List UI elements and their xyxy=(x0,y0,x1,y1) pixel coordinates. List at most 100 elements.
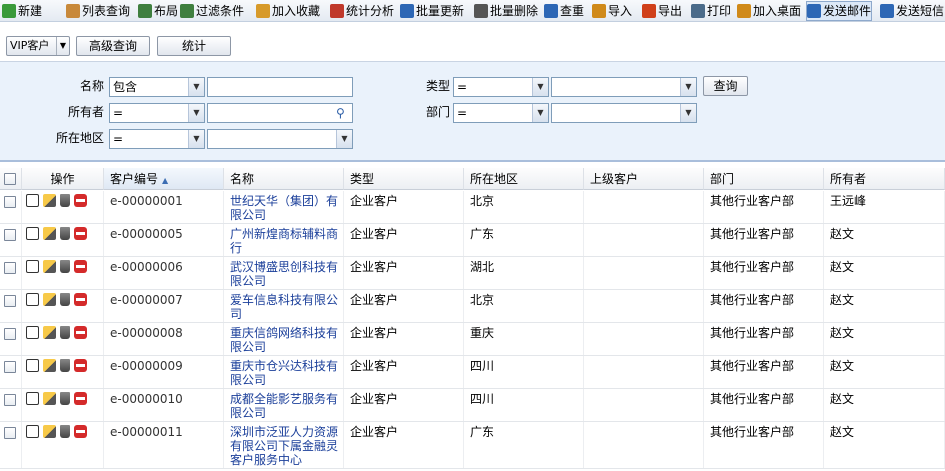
cell-region: 北京 xyxy=(464,290,584,322)
column-header-region[interactable]: 所在地区 xyxy=(464,168,584,190)
disable-icon[interactable] xyxy=(74,392,87,405)
row-actions xyxy=(22,290,104,322)
customer-name-link[interactable]: 世纪天华（集团）有限公司 xyxy=(224,191,344,223)
toolbar-item-sms[interactable]: 发送短信 xyxy=(880,0,944,21)
disable-icon[interactable] xyxy=(74,293,87,306)
customer-name-link[interactable]: 重庆信鸽网络科技有限公司 xyxy=(224,323,344,355)
row-checkbox[interactable] xyxy=(4,262,16,274)
edit-icon[interactable] xyxy=(43,194,56,207)
column-header-department[interactable]: 部门 xyxy=(704,168,824,190)
customer-name-link[interactable]: 广州新煌商标辅料商行 xyxy=(224,224,344,256)
delete-icon[interactable] xyxy=(60,227,70,240)
edit-icon[interactable] xyxy=(43,392,56,405)
toolbar-item-export[interactable]: 导出 xyxy=(642,0,682,21)
view-icon[interactable] xyxy=(26,425,39,438)
toolbar-item-chart[interactable]: 统计分析 xyxy=(330,0,395,21)
toolbar-item-batch-update[interactable]: 批量更新 xyxy=(400,0,464,21)
select-all-checkbox[interactable] xyxy=(4,173,16,185)
column-header-owner[interactable]: 所有者 xyxy=(824,168,945,190)
view-icon[interactable] xyxy=(26,227,39,240)
edit-icon[interactable] xyxy=(43,293,56,306)
toolbar-item-batch-delete[interactable]: 批量删除 xyxy=(474,0,538,21)
toolbar-item-email[interactable]: 发送邮件 xyxy=(806,1,873,21)
row-checkbox[interactable] xyxy=(4,295,16,307)
filter-icon xyxy=(180,4,194,18)
owner-operator-select[interactable]: = ▼ xyxy=(109,103,205,123)
filter-panel: 名称 包含 ▼ 所有者 = ▼ ⚲ 所在地区 = ▼ ▼ 类型 = ▼ ▼ 查询… xyxy=(0,62,945,162)
row-checkbox[interactable] xyxy=(4,196,16,208)
edit-icon[interactable] xyxy=(43,359,56,372)
dept-value-select[interactable]: ▼ xyxy=(551,103,697,123)
view-icon[interactable] xyxy=(26,392,39,405)
row-select-cell xyxy=(0,356,22,388)
toolbar-item-label: 统计分析 xyxy=(346,4,395,18)
type-operator-select[interactable]: = ▼ xyxy=(453,77,549,97)
customer-name-link[interactable]: 重庆市仓兴达科技有限公司 xyxy=(224,356,344,388)
view-icon[interactable] xyxy=(26,326,39,339)
delete-icon[interactable] xyxy=(60,326,70,339)
column-header-actions: 操作 xyxy=(22,168,104,190)
toolbar-item-filter[interactable]: 过滤条件 xyxy=(180,0,244,21)
row-select-cell xyxy=(0,422,22,468)
row-checkbox[interactable] xyxy=(4,328,16,340)
disable-icon[interactable] xyxy=(74,194,87,207)
column-header-parent[interactable]: 上级客户 xyxy=(584,168,704,190)
chevron-down-icon: ▼ xyxy=(532,104,548,122)
customer-name-link[interactable]: 武汉博盛思创科技有限公司 xyxy=(224,257,344,289)
view-select[interactable]: VIP客户 ▼ xyxy=(6,36,70,56)
toolbar-item-list-query[interactable]: 列表查询 xyxy=(66,0,130,21)
delete-icon[interactable] xyxy=(60,392,70,405)
row-checkbox[interactable] xyxy=(4,361,16,373)
cell-region: 重庆 xyxy=(464,323,584,355)
toolbar-item-favorite[interactable]: 加入收藏 xyxy=(256,0,320,21)
customer-name-link[interactable]: 成都全能影艺服务有限公司 xyxy=(224,389,344,421)
cell-parent xyxy=(584,191,704,223)
disable-icon[interactable] xyxy=(74,326,87,339)
view-icon[interactable] xyxy=(26,194,39,207)
toolbar-item-import[interactable]: 导入 xyxy=(592,0,632,21)
toolbar-item-layout[interactable]: 布局 xyxy=(138,0,178,21)
dept-operator-select[interactable]: = ▼ xyxy=(453,103,549,123)
cell-dept: 其他行业客户部 xyxy=(704,356,824,388)
edit-icon[interactable] xyxy=(43,425,56,438)
delete-icon[interactable] xyxy=(60,293,70,306)
statistics-button[interactable]: 统计 xyxy=(157,36,231,56)
advanced-query-button[interactable]: 高级查询 xyxy=(76,36,150,56)
owner-filter-input[interactable]: ⚲ xyxy=(207,103,353,123)
customer-name-link[interactable]: 深圳市泛亚人力资源有限公司下属金融灵客户服务中心 xyxy=(224,422,344,468)
edit-icon[interactable] xyxy=(43,227,56,240)
column-header-type[interactable]: 类型 xyxy=(344,168,464,190)
view-icon[interactable] xyxy=(26,359,39,372)
toolbar-item-print[interactable]: 打印 xyxy=(691,0,731,21)
row-checkbox[interactable] xyxy=(4,229,16,241)
edit-icon[interactable] xyxy=(43,326,56,339)
toolbar-item-new[interactable]: 新建 xyxy=(2,0,42,21)
row-checkbox[interactable] xyxy=(4,394,16,406)
disable-icon[interactable] xyxy=(74,425,87,438)
cell-parent xyxy=(584,257,704,289)
view-icon[interactable] xyxy=(26,260,39,273)
toolbar-item-dedupe[interactable]: 查重 xyxy=(544,0,584,21)
region-value-select[interactable]: ▼ xyxy=(207,129,353,149)
new-icon xyxy=(2,4,16,18)
toolbar-item-desktop[interactable]: 加入桌面 xyxy=(737,0,801,21)
view-icon[interactable] xyxy=(26,293,39,306)
edit-icon[interactable] xyxy=(43,260,56,273)
name-filter-input[interactable] xyxy=(207,77,353,97)
delete-icon[interactable] xyxy=(60,260,70,273)
column-header-name[interactable]: 名称 xyxy=(224,168,344,190)
search-icon[interactable]: ⚲ xyxy=(336,105,350,121)
column-header-customer-id[interactable]: 客户编号 ▲ xyxy=(104,168,224,190)
delete-icon[interactable] xyxy=(60,425,70,438)
disable-icon[interactable] xyxy=(74,359,87,372)
type-value-select[interactable]: ▼ xyxy=(551,77,697,97)
delete-icon[interactable] xyxy=(60,194,70,207)
row-checkbox[interactable] xyxy=(4,427,16,439)
delete-icon[interactable] xyxy=(60,359,70,372)
region-operator-select[interactable]: = ▼ xyxy=(109,129,205,149)
customer-name-link[interactable]: 爱车信息科技有限公司 xyxy=(224,290,344,322)
query-button[interactable]: 查询 xyxy=(703,76,748,96)
disable-icon[interactable] xyxy=(74,260,87,273)
name-operator-select[interactable]: 包含 ▼ xyxy=(109,77,205,97)
disable-icon[interactable] xyxy=(74,227,87,240)
